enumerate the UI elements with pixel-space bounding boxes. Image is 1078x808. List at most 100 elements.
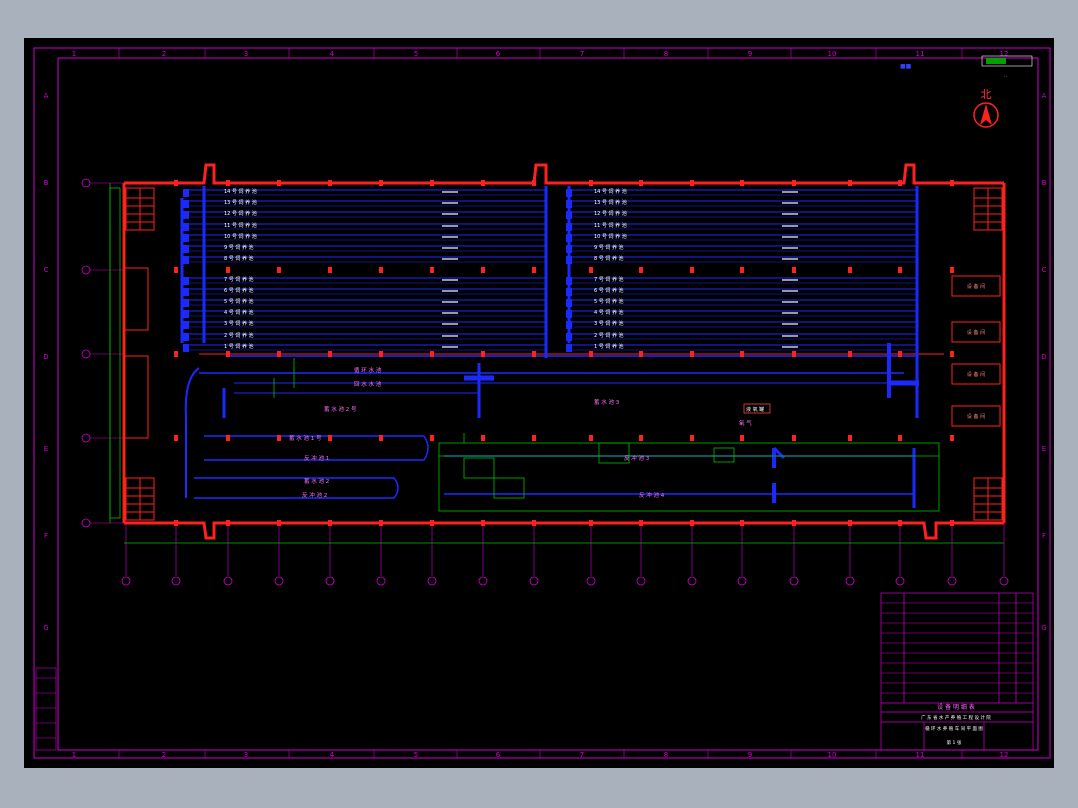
pool-row[interactable]: 13 号 饲 养 池 [183,199,546,208]
grid-col-label-top: 5 [414,50,418,58]
structural-column [690,435,694,441]
pool-row[interactable]: 3 号 饲 养 池 [566,320,917,329]
grid-col-label-top: 4 [330,50,335,58]
svg-text:蓄 水 池 2: 蓄 水 池 2 [304,477,329,485]
pool-label: 4 号 饲 养 池 [224,309,254,316]
pool-label: 10 号 饲 养 池 [224,233,257,240]
pool-row[interactable]: 5 号 饲 养 池 [183,298,546,307]
pool-row[interactable]: 8 号 饲 养 池 [183,255,546,264]
structural-column [174,520,178,526]
grid-row-label-left: A [44,92,49,100]
pool-row[interactable]: 13 号 饲 养 池 [566,199,917,208]
structural-column [792,267,796,273]
pool-row[interactable]: 4 号 饲 养 池 [566,309,917,318]
pool-label: 7 号 饲 养 池 [594,276,624,283]
floor-plan-drawing: 112233445566778899101011111212A AB BC CD DE E… [33,47,1051,759]
structural-column [848,180,852,186]
pool-label: 6 号 饲 养 池 [594,287,624,294]
main-pipes [180,186,919,508]
structural-column [328,180,332,186]
legend-mark: ·· [1004,74,1008,80]
axis-bubble-icon [586,576,596,586]
pool-row[interactable]: 3 号 饲 养 池 [183,320,546,329]
pool-row[interactable]: 6 号 饲 养 池 [183,287,546,296]
axis-bubble-icon [171,576,181,586]
equipment-room-label: 设 备 间 [967,283,985,290]
grid-col-label-top: 3 [244,50,248,58]
pool-row[interactable]: 14 号 饲 养 池 [566,188,917,197]
stair-nw [125,187,155,231]
structural-column [532,435,536,441]
pool-row[interactable]: 9 号 饲 养 池 [183,244,546,253]
pool-row[interactable]: 10 号 饲 养 池 [183,233,546,242]
pool-row[interactable]: 2 号 饲 养 池 [183,332,546,341]
structural-column [277,180,281,186]
pool-label: 14 号 饲 养 池 [594,188,627,195]
grid-row-label-left: F [44,532,48,540]
pool-row[interactable]: 7 号 饲 养 池 [183,276,546,285]
axis-bubble-icon [999,576,1009,586]
svg-text:回 水 水 池: 回 水 水 池 [354,380,382,388]
cad-viewport[interactable]: 1 1 2 2 3 3 4 4 5 5 6 6 7 7 8 8 9 9 10 10 11 11 12 12 A A B B C C D D E E… [24,38,1054,768]
title-block-heading: 设 备 明 细 表 [937,703,975,711]
pool-valve-icon [183,234,189,242]
pool-label: 3 号 饲 养 池 [224,320,254,327]
structural-column [848,520,852,526]
pool-row[interactable]: 14 号 饲 养 池 [183,188,546,197]
pool-row[interactable]: 12 号 饲 养 池 [183,210,546,219]
structural-column [481,435,485,441]
pool-row[interactable]: 8 号 饲 养 池 [566,255,917,264]
structural-column [898,351,902,357]
pool-label: 6 号 饲 养 池 [224,287,254,294]
pool-row[interactable]: 12 号 饲 养 池 [566,210,917,219]
pool-row[interactable]: 9 号 饲 养 池 [566,244,917,253]
pool-row[interactable]: 10 号 饲 养 池 [566,233,917,242]
structural-column [379,351,383,357]
structural-column [532,267,536,273]
structural-column [950,520,954,526]
structural-column [277,435,281,441]
stair-se [973,477,1003,521]
equipment-room-label: 设 备 间 [967,371,985,378]
svg-text:反 冲 池 1: 反 冲 池 1 [304,454,329,462]
pool-row[interactable]: 11 号 饲 养 池 [183,222,546,231]
structural-column [740,351,744,357]
pool-row[interactable]: 6 号 饲 养 池 [566,287,917,296]
structural-column [639,351,643,357]
pool-row[interactable]: 5 号 饲 养 池 [566,298,917,307]
grid-col-label-top: 2 [162,50,166,58]
grid-row-label-left: B [44,179,49,187]
grid-col-label-bottom: 10 [828,751,837,759]
pool-label: 11 号 饲 养 池 [224,222,257,229]
structural-column [379,520,383,526]
grid-row-label-right: B [1042,179,1047,187]
structural-column [226,180,230,186]
pool-row[interactable]: 7 号 饲 养 池 [566,276,917,285]
structural-column [792,180,796,186]
pool-row[interactable]: 4 号 饲 养 池 [183,309,546,318]
pool-label: 9 号 饲 养 池 [594,244,624,251]
axis-bubble-icon [81,178,91,188]
grid-col-label-bottom: 4 [330,751,335,759]
grid-col-label-top: 8 [664,50,668,58]
structural-column [328,351,332,357]
pool-label: 5 号 饲 养 池 [594,298,624,305]
structural-column [226,267,230,273]
pool-row[interactable]: 1 号 饲 养 池 [566,343,917,352]
grid-col-label-bottom: 8 [664,751,668,759]
pool-valve-icon [183,344,189,352]
structural-column [792,351,796,357]
grid-col-label-top: 1 [72,50,76,58]
pool-label: 4 号 饲 养 池 [594,309,624,316]
pool-valve-icon [183,223,189,231]
structural-column [481,267,485,273]
structural-column [277,267,281,273]
pool-row[interactable]: 2 号 饲 养 池 [566,332,917,341]
axis-bubble-icon [845,576,855,586]
structural-column [589,520,593,526]
pool-row[interactable]: 1 号 饲 养 池 [183,343,546,352]
pool-row[interactable]: 11 号 饲 养 池 [566,222,917,231]
grid-row-label-right: G [1041,624,1046,632]
axis-bubble-icon [636,576,646,586]
grid-col-label-top: 7 [580,50,584,58]
